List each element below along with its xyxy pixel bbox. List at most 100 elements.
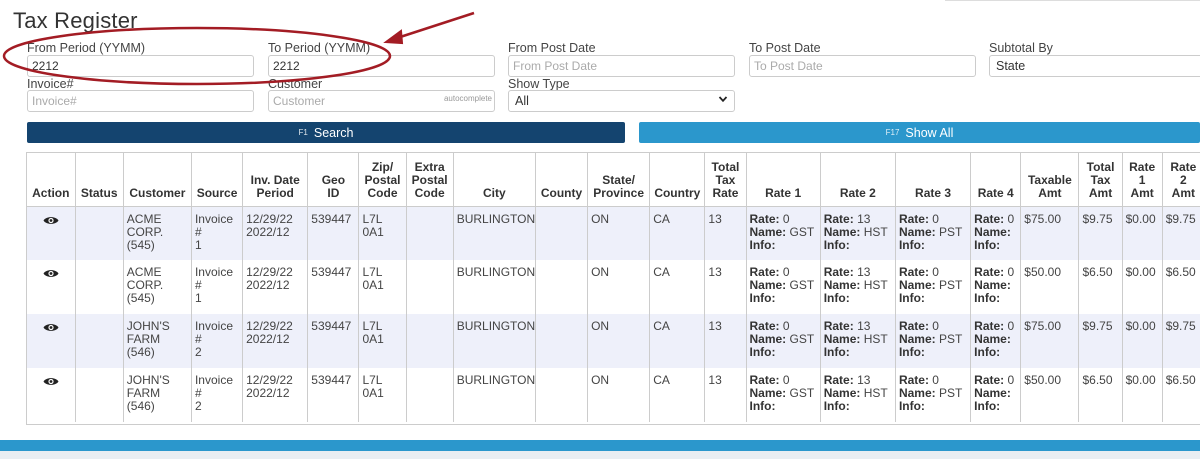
total-tax-amt-cell: $6.50 bbox=[1078, 260, 1123, 314]
action-cell bbox=[27, 314, 76, 368]
table-row: ACME CORP. (545) Invoice #1 12/29/22 2022/12… bbox=[27, 260, 1200, 314]
action-cell bbox=[27, 260, 76, 314]
col-header-rate4[interactable]: Rate 4 bbox=[970, 153, 1022, 207]
status-cell bbox=[75, 206, 124, 260]
to-period-input[interactable] bbox=[268, 55, 495, 77]
col-header-source[interactable]: Source bbox=[191, 153, 244, 207]
status-cell bbox=[75, 368, 124, 422]
subtotal-by-value: State bbox=[996, 59, 1026, 73]
geo-id-cell: 539447 bbox=[307, 260, 360, 314]
col-header-rate2[interactable]: Rate 2 bbox=[820, 153, 896, 207]
country-cell: CA bbox=[649, 314, 706, 368]
total-tax-amt-cell: $6.50 bbox=[1078, 368, 1123, 422]
rate1-cell: Rate: 0 Name: GST Info: bbox=[746, 206, 821, 260]
eye-icon[interactable] bbox=[43, 376, 59, 390]
from-post-date-label: From Post Date bbox=[508, 41, 596, 55]
col-header-rate1-amt[interactable]: Rate 1 Amt bbox=[1122, 153, 1163, 207]
county-cell bbox=[535, 368, 589, 422]
search-shortcut-key: F1 bbox=[298, 128, 308, 137]
eye-icon[interactable] bbox=[43, 215, 59, 229]
state-cell: ON bbox=[587, 314, 651, 368]
city-cell: BURLINGTON bbox=[453, 314, 536, 368]
col-header-inv-date-period[interactable]: Inv. Date Period bbox=[242, 153, 309, 207]
col-header-status[interactable]: Status bbox=[75, 153, 124, 207]
col-header-customer[interactable]: Customer bbox=[123, 153, 192, 207]
total-tax-amt-cell: $9.75 bbox=[1078, 314, 1123, 368]
search-button[interactable]: F1 Search bbox=[27, 122, 625, 143]
search-button-label: Search bbox=[313, 125, 354, 140]
show-type-value: All bbox=[515, 94, 529, 108]
col-header-taxable-amt[interactable]: Taxable Amt bbox=[1020, 153, 1080, 207]
eye-icon[interactable] bbox=[43, 322, 59, 336]
invoice-input[interactable] bbox=[27, 90, 254, 112]
page-title: Tax Register bbox=[13, 8, 138, 33]
annotation-arrow-head bbox=[383, 29, 404, 45]
geo-id-cell: 539447 bbox=[307, 368, 360, 422]
status-cell bbox=[75, 260, 124, 314]
col-header-geo-id[interactable]: Geo ID bbox=[307, 153, 360, 207]
table-header-row: Action Status Customer Source Inv. Date P… bbox=[27, 153, 1200, 207]
taxable-amt-cell: $75.00 bbox=[1020, 314, 1080, 368]
col-header-city[interactable]: City bbox=[453, 153, 536, 207]
rate4-cell: Rate: 0 Name: Info: bbox=[970, 206, 1022, 260]
to-post-date-input[interactable] bbox=[749, 55, 976, 77]
rate1-cell: Rate: 0 Name: GST Info: bbox=[746, 260, 821, 314]
source-cell: Invoice #1 bbox=[191, 206, 244, 260]
inv-date-cell: 12/29/22 2022/12 bbox=[242, 314, 309, 368]
total-tax-rate-cell: 13 bbox=[704, 206, 747, 260]
rate1-amt-cell: $0.00 bbox=[1122, 314, 1163, 368]
subtotal-by-select[interactable]: State bbox=[989, 55, 1200, 77]
action-cell bbox=[27, 206, 76, 260]
col-header-extra-postal[interactable]: Extra Postal Code bbox=[406, 153, 454, 207]
annotation-arrow-line bbox=[393, 11, 475, 41]
extra-postal-cell bbox=[406, 368, 454, 422]
col-header-total-tax-amt[interactable]: Total Tax Amt bbox=[1078, 153, 1123, 207]
autocomplete-tag: autocomplete bbox=[443, 94, 492, 103]
city-cell: BURLINGTON bbox=[453, 260, 536, 314]
extra-postal-cell bbox=[406, 314, 454, 368]
inv-date-cell: 12/29/22 2022/12 bbox=[242, 368, 309, 422]
total-tax-rate-cell: 13 bbox=[704, 260, 747, 314]
table-row: ACME CORP. (545) Invoice #1 12/29/22 2022/12… bbox=[27, 206, 1200, 260]
from-post-date-input[interactable] bbox=[508, 55, 735, 77]
tax-register-table: Action Status Customer Source Inv. Date P… bbox=[27, 153, 1200, 422]
customer-label: Customer bbox=[268, 77, 323, 91]
to-post-date-label: To Post Date bbox=[749, 41, 821, 55]
to-period-label: To Period (YYMM) bbox=[268, 41, 371, 55]
show-all-button-label: Show All bbox=[905, 125, 954, 140]
taxable-amt-cell: $50.00 bbox=[1020, 368, 1080, 422]
show-all-shortcut-key: F17 bbox=[885, 128, 900, 137]
col-header-action[interactable]: Action bbox=[27, 153, 76, 207]
col-header-total-tax-rate[interactable]: Total Tax Rate bbox=[704, 153, 747, 207]
total-tax-rate-cell: 13 bbox=[704, 314, 747, 368]
table-row: JOHN'S FARM (546) Invoice #2 12/29/22 2022/1… bbox=[27, 314, 1200, 368]
extra-postal-cell bbox=[406, 260, 454, 314]
show-all-button[interactable]: F17 Show All bbox=[639, 122, 1200, 143]
from-period-input[interactable] bbox=[27, 55, 254, 77]
footer-strip bbox=[0, 451, 1200, 459]
rate1-cell: Rate: 0 Name: GST Info: bbox=[746, 314, 821, 368]
rate1-amt-cell: $0.00 bbox=[1122, 206, 1163, 260]
rate2-amt-cell: $6.50 bbox=[1162, 368, 1200, 422]
source-cell: Invoice #2 bbox=[191, 314, 244, 368]
col-header-rate3[interactable]: Rate 3 bbox=[895, 153, 972, 207]
source-cell: Invoice #1 bbox=[191, 260, 244, 314]
customer-cell: ACME CORP. (545) bbox=[123, 206, 192, 260]
inv-date-cell: 12/29/22 2022/12 bbox=[242, 206, 309, 260]
show-type-select[interactable]: All bbox=[508, 90, 735, 112]
eye-icon[interactable] bbox=[43, 268, 59, 282]
rate2-cell: Rate: 13 Name: HST Info: bbox=[820, 314, 896, 368]
col-header-state[interactable]: State/Province bbox=[587, 153, 651, 207]
rate3-cell: Rate: 0 Name: PST Info: bbox=[895, 206, 972, 260]
col-header-country[interactable]: Country bbox=[649, 153, 706, 207]
col-header-county[interactable]: County bbox=[535, 153, 589, 207]
total-tax-amt-cell: $9.75 bbox=[1078, 206, 1123, 260]
total-tax-rate-cell: 13 bbox=[704, 368, 747, 422]
col-header-zip[interactable]: Zip/Postal Code bbox=[358, 153, 407, 207]
rate2-cell: Rate: 13 Name: HST Info: bbox=[820, 260, 896, 314]
customer-field: autocomplete bbox=[268, 90, 495, 112]
country-cell: CA bbox=[649, 206, 706, 260]
footer-bar bbox=[0, 440, 1200, 451]
col-header-rate1[interactable]: Rate 1 bbox=[746, 153, 821, 207]
col-header-rate2-amt[interactable]: Rate 2 Amt bbox=[1162, 153, 1200, 207]
